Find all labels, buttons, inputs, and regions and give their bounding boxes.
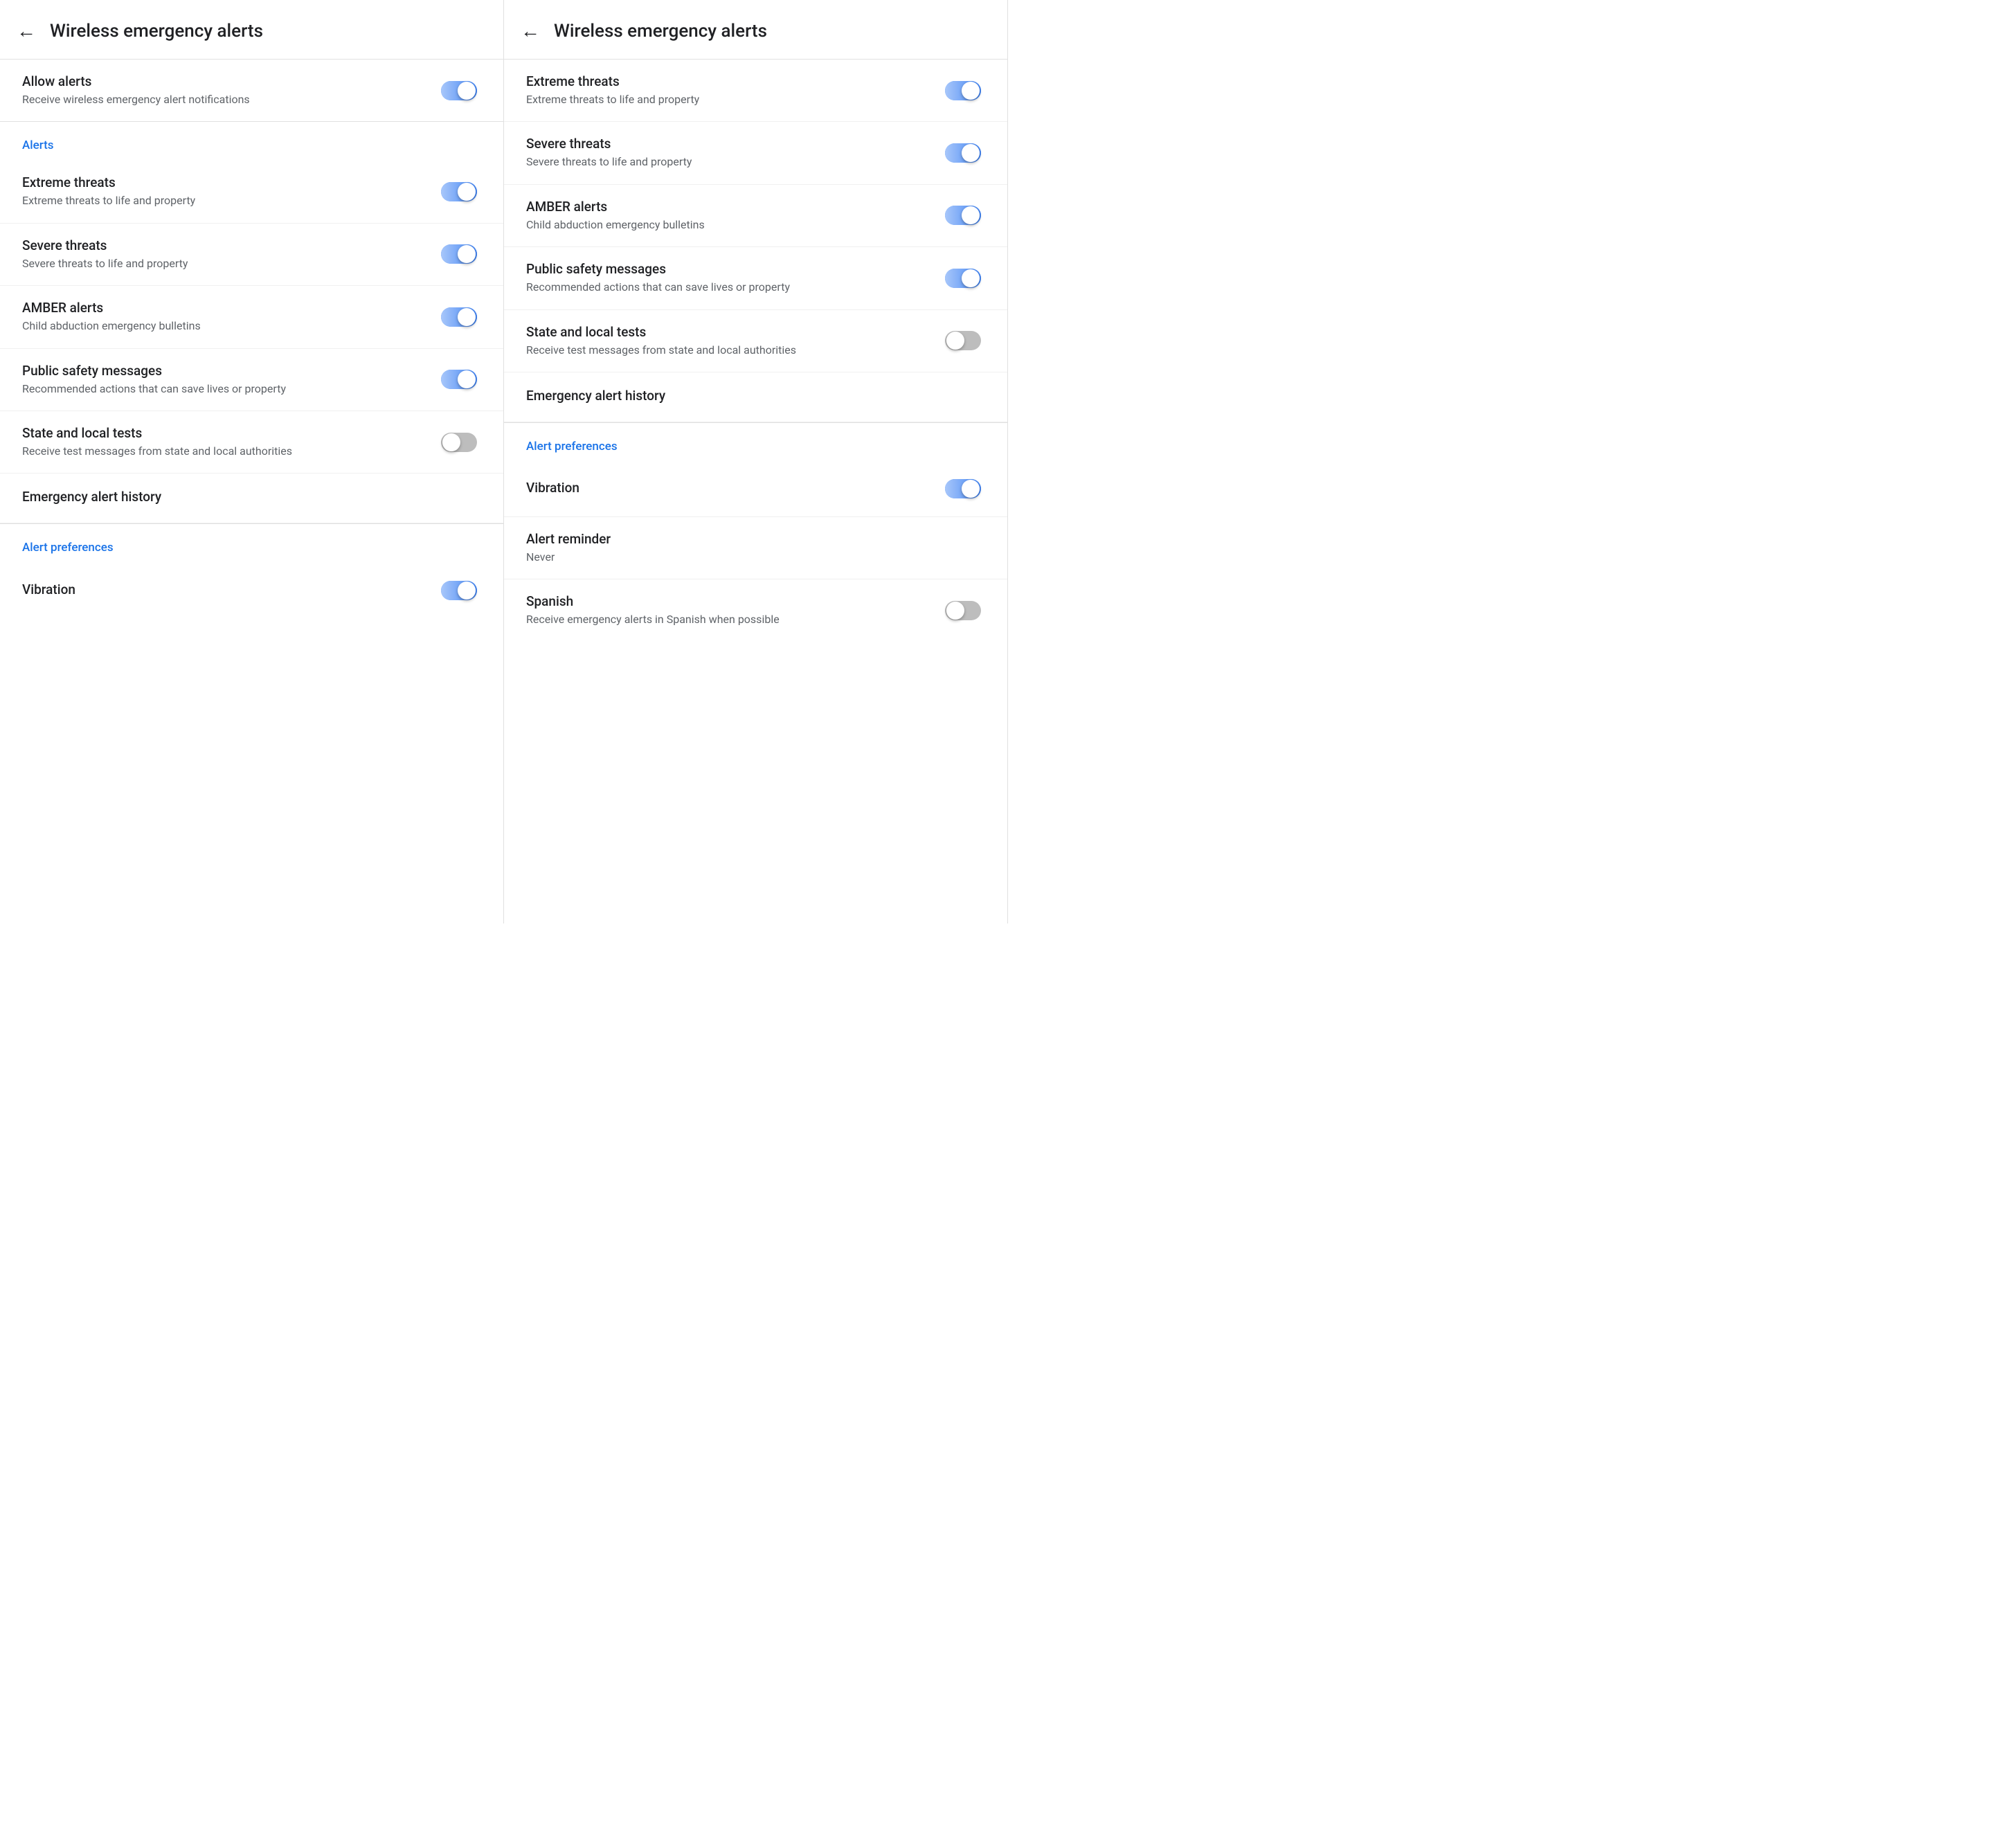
page-title-left: Wireless emergency alerts: [50, 21, 263, 42]
panel-left: ← Wireless emergency alerts Allow alerts…: [0, 0, 504, 924]
preferences-section-right: Alert preferences Vibration Alert remind…: [504, 423, 1007, 642]
allow-alerts-toggle[interactable]: [441, 80, 481, 102]
vibration-row-right[interactable]: Vibration: [504, 462, 1007, 517]
vibration-title-right: Vibration: [526, 480, 928, 496]
amber-alerts-title-left: AMBER alerts: [22, 300, 424, 316]
severe-threats-row-left[interactable]: Severe threats Severe threats to life an…: [0, 224, 503, 286]
public-safety-row-left[interactable]: Public safety messages Recommended actio…: [0, 349, 503, 411]
extreme-threats-desc-left: Extreme threats to life and property: [22, 193, 424, 208]
public-safety-row-right[interactable]: Public safety messages Recommended actio…: [504, 247, 1007, 309]
allow-alerts-section: Allow alerts Receive wireless emergency …: [0, 60, 503, 121]
header-right: ← Wireless emergency alerts: [504, 0, 1007, 60]
vibration-row-left[interactable]: Vibration: [0, 563, 503, 618]
public-safety-desc-right: Recommended actions that can save lives …: [526, 280, 928, 295]
state-local-toggle-left[interactable]: [441, 431, 481, 453]
back-button-left[interactable]: ←: [17, 19, 36, 42]
public-safety-title-left: Public safety messages: [22, 363, 424, 379]
preferences-section-left: Alert preferences Vibration: [0, 524, 503, 618]
state-local-desc-right: Receive test messages from state and loc…: [526, 343, 928, 358]
state-local-title-left: State and local tests: [22, 425, 424, 441]
alerts-section-right: Extreme threats Extreme threats to life …: [504, 60, 1007, 422]
alert-reminder-row-right[interactable]: Alert reminder Never: [504, 517, 1007, 579]
extreme-threats-toggle-right[interactable]: [945, 80, 985, 102]
state-local-row-left[interactable]: State and local tests Receive test messa…: [0, 411, 503, 474]
extreme-threats-toggle-left[interactable]: [441, 181, 481, 203]
extreme-threats-row-right[interactable]: Extreme threats Extreme threats to life …: [504, 60, 1007, 122]
alert-reminder-title-right: Alert reminder: [526, 531, 969, 547]
emergency-history-row-right[interactable]: Emergency alert history: [504, 372, 1007, 422]
severe-threats-title-right: Severe threats: [526, 136, 928, 152]
severe-threats-toggle-right[interactable]: [945, 142, 985, 164]
public-safety-title-right: Public safety messages: [526, 261, 928, 277]
vibration-title-left: Vibration: [22, 582, 424, 597]
extreme-threats-title-right: Extreme threats: [526, 73, 928, 89]
severe-threats-desc-left: Severe threats to life and property: [22, 256, 424, 271]
extreme-threats-desc-right: Extreme threats to life and property: [526, 92, 928, 107]
severe-threats-desc-right: Severe threats to life and property: [526, 154, 928, 170]
public-safety-desc-left: Recommended actions that can save lives …: [22, 381, 424, 397]
preferences-label-right: Alert preferences: [504, 423, 1007, 462]
emergency-history-row-left[interactable]: Emergency alert history: [0, 474, 503, 523]
state-local-row-right[interactable]: State and local tests Receive test messa…: [504, 310, 1007, 372]
allow-alerts-desc: Receive wireless emergency alert notific…: [22, 92, 424, 107]
emergency-history-title-left: Emergency alert history: [22, 489, 161, 505]
preferences-label-left: Alert preferences: [0, 524, 503, 563]
state-local-title-right: State and local tests: [526, 324, 928, 340]
spanish-toggle-right[interactable]: [945, 600, 985, 622]
vibration-toggle-left[interactable]: [441, 579, 481, 602]
back-button-right[interactable]: ←: [521, 19, 540, 42]
severe-threats-title-left: Severe threats: [22, 237, 424, 253]
amber-alerts-desc-left: Child abduction emergency bulletins: [22, 318, 424, 334]
public-safety-toggle-left[interactable]: [441, 368, 481, 390]
spanish-desc-right: Receive emergency alerts in Spanish when…: [526, 612, 928, 627]
extreme-threats-row-left[interactable]: Extreme threats Extreme threats to life …: [0, 161, 503, 223]
state-local-desc-left: Receive test messages from state and loc…: [22, 444, 424, 459]
alerts-label-left: Alerts: [0, 122, 503, 161]
alert-reminder-value-right: Never: [526, 550, 969, 565]
emergency-history-title-right: Emergency alert history: [526, 388, 665, 404]
amber-alerts-toggle-left[interactable]: [441, 306, 481, 328]
amber-alerts-row-right[interactable]: AMBER alerts Child abduction emergency b…: [504, 185, 1007, 247]
amber-alerts-row-left[interactable]: AMBER alerts Child abduction emergency b…: [0, 286, 503, 348]
spanish-title-right: Spanish: [526, 593, 928, 609]
header-left: ← Wireless emergency alerts: [0, 0, 503, 60]
spanish-row-right[interactable]: Spanish Receive emergency alerts in Span…: [504, 579, 1007, 641]
vibration-toggle-right[interactable]: [945, 478, 985, 500]
state-local-toggle-right[interactable]: [945, 330, 985, 352]
extreme-threats-title-left: Extreme threats: [22, 174, 424, 190]
allow-alerts-row[interactable]: Allow alerts Receive wireless emergency …: [0, 60, 503, 121]
amber-alerts-toggle-right[interactable]: [945, 204, 985, 226]
severe-threats-toggle-left[interactable]: [441, 243, 481, 265]
panel-right: ← Wireless emergency alerts Extreme thre…: [504, 0, 1008, 924]
amber-alerts-title-right: AMBER alerts: [526, 199, 928, 215]
page-title-right: Wireless emergency alerts: [554, 21, 767, 42]
amber-alerts-desc-right: Child abduction emergency bulletins: [526, 217, 928, 233]
allow-alerts-title: Allow alerts: [22, 73, 424, 89]
alerts-section-left: Alerts Extreme threats Extreme threats t…: [0, 122, 503, 523]
severe-threats-row-right[interactable]: Severe threats Severe threats to life an…: [504, 122, 1007, 184]
public-safety-toggle-right[interactable]: [945, 267, 985, 289]
